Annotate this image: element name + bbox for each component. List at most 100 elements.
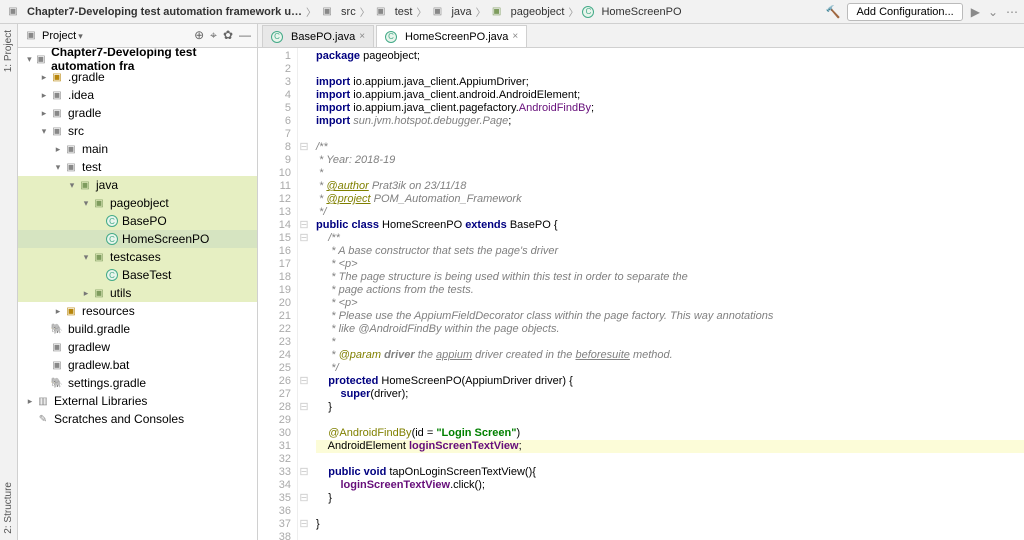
collapse-icon[interactable]: ⊕ xyxy=(194,28,204,43)
tree-label: gradle xyxy=(68,106,101,120)
twist-icon[interactable]: ▸ xyxy=(52,306,64,317)
fold-gutter[interactable]: ⊟⊟⊟⊟⊟⊟⊟⊟ xyxy=(298,48,310,540)
editor-tabs: CBasePO.java×CHomeScreenPO.java× xyxy=(258,24,1024,48)
file-icon: ▣ xyxy=(50,340,64,354)
fldx-icon: ▣ xyxy=(50,106,64,120)
twist-icon[interactable]: ▾ xyxy=(24,54,35,65)
fldx-icon: ▣ xyxy=(50,124,64,138)
fldx-icon: ▣ xyxy=(64,142,78,156)
tree-label: utils xyxy=(110,286,131,300)
tree-label: test xyxy=(82,160,101,174)
breadcrumb-label: Chapter7-Developing test automation fram… xyxy=(27,6,302,18)
cls-icon: C xyxy=(106,215,118,227)
tree-node[interactable]: ▣gradlew.bat xyxy=(18,356,257,374)
locate-icon[interactable]: ⌖ xyxy=(210,28,217,43)
left-rail: 1: Project 2: Structure xyxy=(0,24,18,540)
twist-icon[interactable]: ▸ xyxy=(52,144,64,155)
project-tree[interactable]: ▾▣Chapter7-Developing test automation fr… xyxy=(18,48,257,540)
tree-node[interactable]: ▸▣ utils xyxy=(18,284,257,302)
breadcrumb-item[interactable]: CHomeScreenPO xyxy=(582,6,681,18)
breadcrumb-item[interactable]: ▣pageobject xyxy=(490,5,565,19)
sidebar-title[interactable]: Project▾ xyxy=(42,30,194,42)
breadcrumb-item[interactable]: ▣ java xyxy=(430,5,471,19)
tree-label: src xyxy=(68,124,84,138)
twist-icon[interactable]: ▸ xyxy=(38,90,50,101)
breadcrumb-label: java xyxy=(451,6,471,18)
rail-structure-tab[interactable]: 2: Structure xyxy=(3,482,14,534)
toolbar-right: 🔨 Add Configuration... ▶ ⌄ ⋯ xyxy=(825,3,1018,21)
tree-node[interactable]: ▸▣main xyxy=(18,140,257,158)
tree-label: Scratches and Consoles xyxy=(54,412,184,426)
editor-tab[interactable]: CHomeScreenPO.java× xyxy=(376,25,527,47)
project-sidebar: ▣ Project▾ ⊕ ⌖ ✿ — ▾▣Chapter7-Developing… xyxy=(18,24,258,540)
tree-label: settings.gradle xyxy=(68,376,146,390)
fldx-icon: ▣ xyxy=(64,160,78,174)
tree-label: gradlew.bat xyxy=(68,358,129,372)
twist-icon[interactable]: ▾ xyxy=(66,180,78,191)
intention-bulb-icon[interactable]: 💡 xyxy=(258,427,260,440)
tree-node[interactable]: ▸▣ resources xyxy=(18,302,257,320)
tree-node[interactable]: CBasePO xyxy=(18,212,257,230)
tree-label: External Libraries xyxy=(54,394,147,408)
twist-icon[interactable]: ▾ xyxy=(52,162,64,173)
code-editor[interactable]: 1234567891011121314151617181920212223242… xyxy=(258,48,1024,540)
twist-icon[interactable]: ▾ xyxy=(38,126,50,137)
editor-area: CBasePO.java×CHomeScreenPO.java× 1234567… xyxy=(258,24,1024,540)
folder-icon: ▣ xyxy=(35,52,47,66)
tree-node[interactable]: ▾▣testcases xyxy=(18,248,257,266)
hide-icon[interactable]: — xyxy=(239,28,251,43)
tree-node[interactable]: ▸▣ .idea xyxy=(18,86,257,104)
twist-icon[interactable]: ▸ xyxy=(38,108,50,119)
tree-node[interactable]: ▾▣ test xyxy=(18,158,257,176)
tree-node[interactable]: CBaseTest xyxy=(18,266,257,284)
settings-icon[interactable]: ✿ xyxy=(223,28,233,43)
add-configuration-button[interactable]: Add Configuration... xyxy=(847,3,962,21)
code-body[interactable]: package pageobject;import io.appium.java… xyxy=(310,48,1024,540)
breadcrumb-label: test xyxy=(395,6,413,18)
tree-node[interactable]: CHomeScreenPO xyxy=(18,230,257,248)
cls-icon: C xyxy=(106,269,118,281)
tree-node[interactable]: ▣ gradlew xyxy=(18,338,257,356)
close-icon[interactable]: × xyxy=(512,31,518,42)
tree-node[interactable]: 🐘build.gradle xyxy=(18,320,257,338)
tree-node[interactable]: ▾▣pageobject xyxy=(18,194,257,212)
tree-node[interactable]: ▾▣Chapter7-Developing test automation fr… xyxy=(18,50,257,68)
twist-icon[interactable]: ▸ xyxy=(24,396,36,407)
twist-icon[interactable]: ▸ xyxy=(38,72,50,83)
more-icon[interactable]: ⋯ xyxy=(1006,5,1018,19)
fld-icon: ▣ xyxy=(50,70,64,84)
folder-icon: ▣ xyxy=(320,5,334,19)
tree-node[interactable]: ▸▥ External Libraries xyxy=(18,392,257,410)
tree-node[interactable]: ▾▣java xyxy=(18,176,257,194)
twist-icon[interactable]: ▾ xyxy=(80,252,92,263)
class-icon: C xyxy=(385,31,397,43)
fld-icon: ▣ xyxy=(64,304,78,318)
tree-node[interactable]: ✎Scratches and Consoles xyxy=(18,410,257,428)
pkg-icon: ▣ xyxy=(92,286,106,300)
twist-icon[interactable]: ▾ xyxy=(80,198,92,209)
editor-tab[interactable]: CBasePO.java× xyxy=(262,25,374,47)
tree-label: resources xyxy=(82,304,135,318)
folder-icon: ▣ xyxy=(430,5,444,19)
rail-project-tab[interactable]: 1: Project xyxy=(3,30,14,72)
build-icon[interactable]: 🔨 xyxy=(825,5,839,19)
fldx-icon: ▣ xyxy=(50,88,64,102)
pkg-icon: ▣ xyxy=(92,250,106,264)
tree-node[interactable]: ▸▣ gradle xyxy=(18,104,257,122)
tree-label: build.gradle xyxy=(68,322,130,336)
breadcrumb-item[interactable]: ▣ src xyxy=(320,5,356,19)
debug-icon[interactable]: ⌄ xyxy=(988,5,998,19)
breadcrumb-label: src xyxy=(341,6,356,18)
breadcrumb-item[interactable]: ▣Chapter7-Developing test automation fra… xyxy=(6,5,302,19)
cls-icon: C xyxy=(106,233,118,245)
run-icon[interactable]: ▶ xyxy=(971,5,980,19)
tree-node[interactable]: 🐘settings.gradle xyxy=(18,374,257,392)
breadcrumb-item[interactable]: ▣test xyxy=(374,5,413,19)
close-icon[interactable]: × xyxy=(359,31,365,42)
lib-icon: ▥ xyxy=(36,394,50,408)
tree-label: gradlew xyxy=(68,340,110,354)
line-gutter: 1234567891011121314151617181920212223242… xyxy=(258,48,298,540)
twist-icon[interactable]: ▸ xyxy=(80,288,92,299)
tree-label: .idea xyxy=(68,88,94,102)
tree-node[interactable]: ▾▣ src xyxy=(18,122,257,140)
